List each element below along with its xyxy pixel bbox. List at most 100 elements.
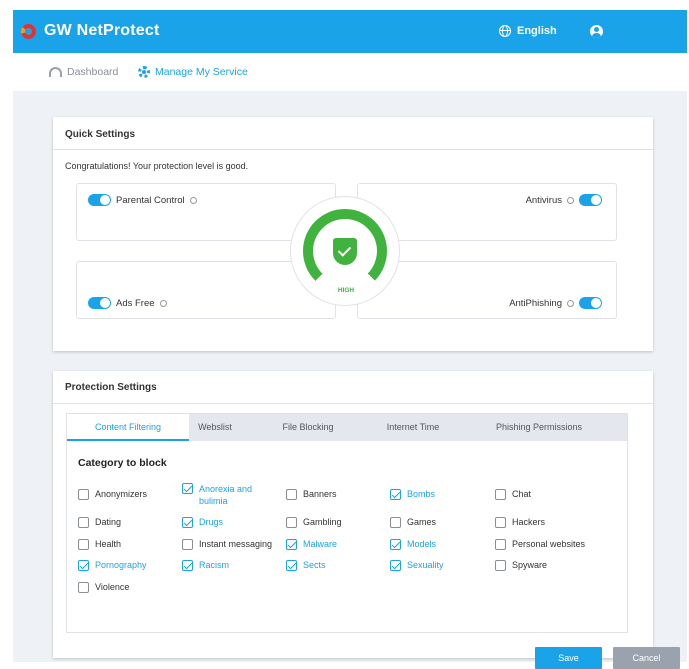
- category-checkbox-item[interactable]: Dating: [78, 517, 121, 528]
- parental-control-toggle[interactable]: [88, 194, 111, 206]
- category-label: Models: [407, 539, 437, 549]
- nav-dashboard-label: Dashboard: [67, 66, 119, 78]
- category-checkbox[interactable]: [390, 517, 401, 528]
- cancel-button[interactable]: Cancel: [613, 647, 680, 669]
- category-checkbox-item[interactable]: Gambling: [286, 517, 342, 528]
- tab-internet-time[interactable]: Internet Time: [373, 414, 453, 441]
- category-label: Pornography: [95, 560, 147, 570]
- tab-content-filtering[interactable]: Content Filtering: [67, 414, 189, 441]
- category-label: Health: [95, 539, 122, 549]
- category-label: Hackers: [512, 517, 546, 527]
- language-selector[interactable]: English: [499, 25, 557, 37]
- category-checkbox[interactable]: [495, 517, 506, 528]
- category-checkbox-item[interactable]: Instant messaging: [182, 539, 272, 550]
- category-checkbox[interactable]: [78, 517, 89, 528]
- category-checkbox-item[interactable]: Anorexia and bulimia: [182, 483, 269, 507]
- category-checkbox-item[interactable]: Malware: [286, 539, 337, 550]
- category-checkbox[interactable]: [182, 560, 193, 571]
- nav-dashboard[interactable]: Dashboard: [49, 66, 118, 78]
- logo-icon: [21, 24, 36, 39]
- category-checkbox-item[interactable]: Sexuality: [390, 560, 444, 571]
- category-label: Violence: [95, 582, 130, 592]
- user-account-icon[interactable]: [590, 25, 603, 38]
- info-icon[interactable]: [189, 196, 197, 204]
- category-label: Sexuality: [407, 560, 444, 570]
- tab-file-blocking[interactable]: File Blocking: [269, 414, 347, 441]
- category-label: Gambling: [303, 517, 342, 527]
- secondary-nav: Dashboard Manage My Service: [13, 53, 687, 91]
- category-label: Racism: [199, 560, 230, 570]
- category-checkbox-item[interactable]: Chat: [495, 489, 531, 500]
- category-label: Malware: [303, 539, 338, 549]
- gear-icon: [138, 66, 150, 78]
- category-checkbox[interactable]: [286, 560, 297, 571]
- protection-level-label: HIGH: [337, 287, 355, 294]
- ads-free-label: Ads Free: [116, 297, 155, 309]
- protection-settings-title: Protection Settings: [65, 382, 157, 393]
- tab-webslist[interactable]: Webslist: [189, 414, 241, 441]
- dashboard-icon: [49, 67, 62, 77]
- category-label: Banners: [303, 489, 337, 499]
- category-checkbox[interactable]: [390, 560, 401, 571]
- save-button[interactable]: Save: [535, 647, 602, 669]
- quick-settings-title: Quick Settings: [65, 129, 136, 140]
- divider: [53, 403, 653, 404]
- category-checkbox-item[interactable]: Spyware: [495, 560, 547, 571]
- antiphishing-toggle[interactable]: [579, 297, 602, 309]
- category-checkbox[interactable]: [182, 517, 193, 528]
- category-label: Sects: [303, 560, 326, 570]
- category-label: Personal websites: [512, 539, 586, 549]
- category-checkbox[interactable]: [182, 539, 193, 550]
- category-label: Spyware: [512, 560, 548, 570]
- category-checkbox[interactable]: [182, 483, 193, 494]
- category-label: Anonymizers: [95, 489, 148, 499]
- category-checkbox[interactable]: [495, 489, 506, 500]
- category-checkbox[interactable]: [78, 489, 89, 500]
- category-checkbox-item[interactable]: Games: [390, 517, 436, 528]
- language-label: English: [517, 25, 557, 37]
- category-checkbox-item[interactable]: Pornography: [78, 560, 147, 571]
- category-label: Anorexia and bulimia: [199, 484, 253, 506]
- divider: [53, 149, 653, 150]
- category-checkbox-item[interactable]: Racism: [182, 560, 229, 571]
- category-checkbox[interactable]: [286, 539, 297, 550]
- category-checkbox-item[interactable]: Banners: [286, 489, 337, 500]
- category-checkbox-item[interactable]: Hackers: [495, 517, 545, 528]
- category-checkbox[interactable]: [286, 517, 297, 528]
- category-checkbox[interactable]: [390, 539, 401, 550]
- info-icon[interactable]: [159, 299, 167, 307]
- category-label: Drugs: [199, 517, 224, 527]
- globe-icon: [499, 25, 511, 37]
- nav-manage-label: Manage My Service: [155, 66, 248, 78]
- category-checkbox[interactable]: [495, 539, 506, 550]
- category-checkbox-item[interactable]: Models: [390, 539, 436, 550]
- category-checkbox[interactable]: [286, 489, 297, 500]
- nav-manage-service[interactable]: Manage My Service: [138, 66, 248, 78]
- category-checkbox[interactable]: [78, 582, 89, 593]
- category-checkbox[interactable]: [390, 489, 401, 500]
- info-icon[interactable]: [567, 299, 574, 307]
- category-label: Instant messaging: [199, 539, 273, 549]
- category-checkbox[interactable]: [78, 560, 89, 571]
- category-checkbox-item[interactable]: Personal websites: [495, 539, 585, 550]
- antivirus-toggle[interactable]: [579, 194, 602, 206]
- category-checkbox-item[interactable]: Anonymizers: [78, 489, 147, 500]
- category-checkbox[interactable]: [78, 539, 89, 550]
- category-checkbox-item[interactable]: Bombs: [390, 489, 435, 500]
- info-icon[interactable]: [567, 196, 574, 204]
- category-label: Bombs: [407, 489, 436, 499]
- shield-check-icon: [333, 238, 357, 265]
- category-checkbox-item[interactable]: Sects: [286, 560, 326, 571]
- tab-phishing-permissions[interactable]: Phishing Permissions: [485, 414, 593, 441]
- category-label: Games: [407, 517, 437, 527]
- category-checkbox-item[interactable]: Health: [78, 539, 121, 550]
- category-checkbox-item[interactable]: Drugs: [182, 517, 223, 528]
- category-title: Category to block: [78, 457, 167, 469]
- category-checkbox[interactable]: [495, 560, 506, 571]
- app-title: GW NetProtect: [44, 22, 160, 39]
- category-checkbox-item[interactable]: Violence: [78, 582, 129, 593]
- ads-free-toggle[interactable]: [88, 297, 111, 309]
- protection-message: Congratulations! Your protection level i…: [65, 161, 249, 171]
- parental-control-label: Parental Control: [116, 194, 185, 206]
- category-label: Chat: [512, 489, 532, 499]
